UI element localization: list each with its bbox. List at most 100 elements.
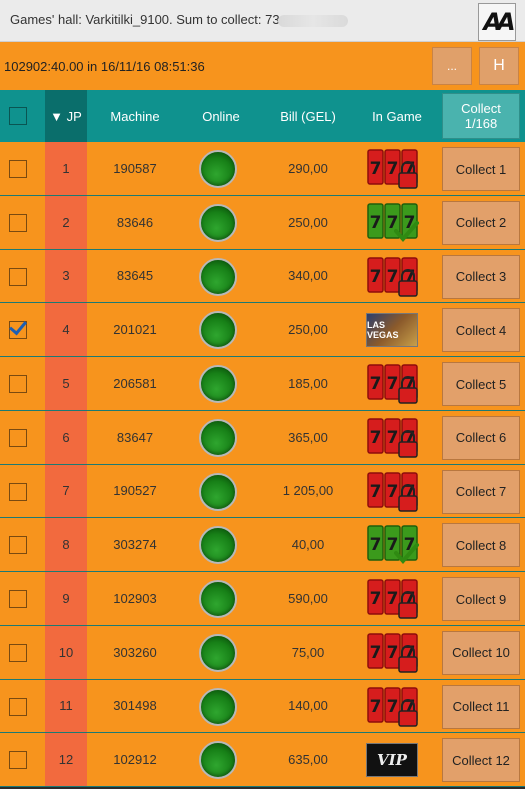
- row-checkbox[interactable]: [9, 697, 27, 716]
- collect-button[interactable]: Collect 7: [442, 469, 520, 514]
- row-checkbox[interactable]: [9, 375, 27, 393]
- machine-id: 83646: [116, 214, 154, 230]
- collect-button[interactable]: Collect 12: [442, 738, 520, 783]
- jp-number: 4: [62, 322, 70, 338]
- jp-number: 12: [58, 752, 74, 768]
- svg-text:7: 7: [370, 589, 382, 609]
- svg-text:7: 7: [387, 589, 399, 609]
- jp-number: 10: [58, 644, 74, 660]
- jp-number: 1: [62, 160, 70, 176]
- svg-text:7: 7: [387, 267, 399, 287]
- bill-amount: 290,00: [288, 160, 328, 176]
- table-row: 10 303260 75,00 7 7 7 Collect 10: [0, 625, 525, 680]
- more-button[interactable]: ...: [432, 47, 472, 85]
- collect-button[interactable]: Collect 1: [442, 147, 520, 191]
- slots-locked-icon: 777: [367, 149, 418, 189]
- slots-locked-icon: 777: [367, 579, 418, 619]
- slots-locked-icon: 777: [367, 256, 418, 297]
- in-game-status: VIP: [366, 738, 420, 782]
- svg-text:7: 7: [370, 159, 382, 179]
- slots-locked-icon: 777: [367, 418, 418, 458]
- collect-button[interactable]: Collect 2: [442, 200, 520, 245]
- row-checkbox[interactable]: [9, 536, 27, 555]
- table-row: 11 301498 140,00 7 7 7 Collect 11: [0, 679, 525, 734]
- in-game-status: 777: [366, 201, 420, 245]
- in-game-header: In Game: [372, 108, 422, 124]
- collect-all-button[interactable]: Collect 1/168: [442, 93, 520, 139]
- collect-all-label: Collect: [461, 101, 501, 116]
- in-game-status: 777: [366, 362, 420, 406]
- row-checkbox[interactable]: [9, 213, 27, 232]
- in-game-status: 777: [366, 255, 420, 299]
- machine-id: 206581: [113, 375, 157, 391]
- online-indicator-icon: [199, 633, 237, 672]
- table-row: 1 190587 290,00 7 7 7 Collect 1: [0, 142, 525, 196]
- online-indicator-icon: [199, 526, 237, 565]
- collect-button[interactable]: Collect 11: [442, 684, 520, 729]
- svg-text:7: 7: [387, 643, 399, 663]
- row-checkbox[interactable]: [9, 643, 27, 662]
- collect-button[interactable]: Collect 3: [442, 254, 520, 299]
- machine-id: 102903: [113, 590, 157, 606]
- row-checkbox[interactable]: [9, 482, 27, 501]
- in-game-status: 777: [366, 416, 420, 460]
- collect-button[interactable]: Collect 9: [442, 577, 520, 621]
- in-game-status: 777: [366, 147, 420, 191]
- row-checkbox[interactable]: [9, 160, 27, 178]
- collect-all-count: 1/168: [464, 116, 498, 131]
- machine-id: 83645: [116, 268, 154, 284]
- table-row: 6 83647 365,00 7 7 7 Collect 6: [0, 410, 525, 465]
- jp-sort-header[interactable]: ▼ JP: [45, 90, 87, 142]
- bill-amount: 590,00: [288, 590, 328, 606]
- svg-text:7: 7: [387, 374, 399, 394]
- bill-amount: 40,00: [291, 537, 325, 553]
- app-logo: AA: [478, 3, 516, 41]
- table-row: 7 190527 1 205,00 7 7 7 Collect 7: [0, 464, 525, 519]
- svg-text:7: 7: [370, 213, 382, 233]
- jp-number: 7: [62, 483, 70, 499]
- hall-title: Games' hall: Varkitilki_9100. Sum to col…: [10, 12, 280, 27]
- row-checkbox[interactable]: [9, 751, 27, 770]
- svg-text:7: 7: [387, 697, 399, 717]
- history-button[interactable]: H: [479, 47, 519, 85]
- svg-text:7: 7: [370, 267, 382, 287]
- machine-id: 190527: [113, 483, 157, 499]
- jp-number: 2: [62, 214, 70, 230]
- bill-amount: 185,00: [288, 375, 328, 391]
- collect-button[interactable]: Collect 8: [442, 523, 520, 568]
- row-checkbox[interactable]: [9, 267, 27, 286]
- row-checkbox[interactable]: [9, 590, 27, 608]
- jp-number: 11: [59, 698, 73, 714]
- table-row: 2 83646 250,00 7 7 7 Collect 2: [0, 195, 525, 250]
- collect-button[interactable]: Collect 4: [442, 308, 520, 353]
- row-checkbox[interactable]: [9, 321, 27, 340]
- slots-locked-icon: 777: [367, 633, 418, 673]
- online-indicator-icon: [199, 741, 237, 780]
- table-row: 12 102912 635,00 VIP Collect 12: [0, 733, 525, 787]
- bill-amount: 635,00: [288, 752, 328, 768]
- online-indicator-icon: [199, 687, 237, 726]
- collect-button[interactable]: Collect 6: [442, 415, 520, 460]
- online-header: Online: [202, 108, 240, 124]
- svg-text:7: 7: [387, 482, 399, 502]
- row-checkbox[interactable]: [9, 428, 27, 447]
- online-indicator-icon: [199, 203, 237, 242]
- in-game-status: LAS VEGAS: [366, 308, 420, 352]
- machine-id: 303260: [113, 644, 157, 660]
- svg-text:7: 7: [370, 374, 382, 394]
- bill-amount: 340,00: [288, 268, 328, 284]
- machine-id: 102912: [113, 752, 157, 768]
- online-indicator-icon: [199, 150, 237, 188]
- online-indicator-icon: [199, 365, 237, 403]
- title-bar: Games' hall: Varkitilki_9100. Sum to col…: [0, 0, 525, 42]
- jp-number: 5: [62, 375, 70, 391]
- collect-button[interactable]: Collect 10: [442, 630, 520, 675]
- info-bar: 102902:40.00 in 16/11/16 08:51:36 ... H: [0, 42, 525, 90]
- collect-button[interactable]: Collect 5: [442, 362, 520, 406]
- select-all-checkbox[interactable]: [9, 107, 27, 125]
- svg-text:7: 7: [387, 159, 399, 179]
- in-game-status: 777: [366, 470, 420, 514]
- svg-text:7: 7: [370, 643, 382, 663]
- bill-amount: 250,00: [288, 322, 328, 338]
- last-collect-info: 102902:40.00 in 16/11/16 08:51:36: [4, 59, 205, 74]
